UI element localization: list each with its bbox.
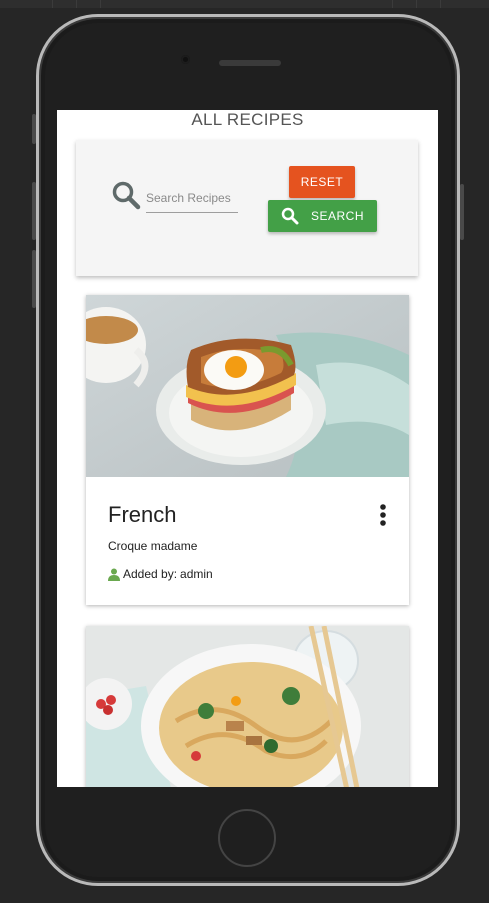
search-icon	[112, 181, 141, 210]
search-button-icon	[281, 207, 299, 225]
recipe-card[interactable]: French Croque madame Added by: admin	[86, 295, 409, 605]
croque-madame-photo[interactable]	[86, 295, 409, 477]
search-panel: RESET SEARCH	[76, 140, 418, 276]
more-vert-icon[interactable]	[377, 503, 389, 527]
user-icon	[108, 568, 120, 581]
speaker-grille	[219, 60, 281, 66]
recipe-author: Added by: admin	[108, 567, 213, 581]
search-button-label: SEARCH	[310, 209, 364, 223]
recipe-title[interactable]: French	[108, 502, 176, 528]
window-top-bar	[0, 0, 489, 8]
page-title: ALL RECIPES	[191, 110, 304, 129]
noodle-bowl-photo[interactable]	[86, 626, 409, 787]
recipe-author-name: admin	[180, 567, 213, 581]
recipe-description: Croque madame	[108, 539, 198, 553]
search-input[interactable]	[146, 184, 238, 213]
recipe-author-prefix: Added by:	[123, 567, 178, 581]
phone-power-button	[460, 184, 464, 240]
recipe-card[interactable]	[86, 626, 409, 787]
home-button[interactable]	[218, 809, 276, 867]
reset-button[interactable]: RESET	[289, 166, 355, 198]
app-screen: ALL RECIPES RESET SEARCH	[57, 110, 438, 787]
front-camera-icon	[181, 55, 190, 64]
search-button[interactable]: SEARCH	[268, 200, 377, 232]
